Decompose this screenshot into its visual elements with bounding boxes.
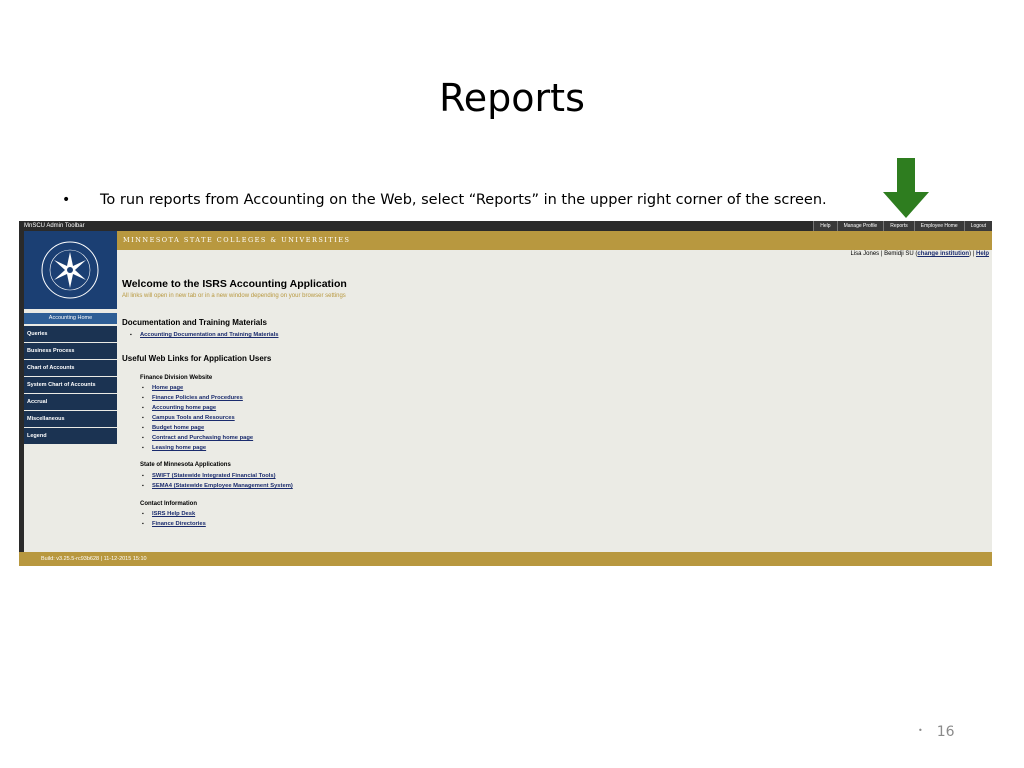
nav-accrual[interactable]: Accrual [24,394,117,410]
finance-link-budget[interactable]: Budget home page [142,425,204,431]
finance-link-policies[interactable]: Finance Policies and Procedures [142,395,243,401]
state-title: State of Minnesota Applications [140,462,231,468]
mnscu-seal-icon [41,241,99,299]
nav-business-process[interactable]: Business Process [24,343,117,359]
build-info: Build: v3.25.5-rc93b628 | 11-12-2015 15:… [41,556,147,562]
new-tab-notice: All links will open in new tab or in a n… [122,293,346,299]
contact-title: Contact Information [140,501,197,507]
admin-link-help[interactable]: Help [813,221,837,231]
instruction-bullet: • To run reports from Accounting on the … [62,192,827,208]
admin-link-logout[interactable]: Logout [963,221,992,231]
brand-bar: MINNESOTA STATE COLLEGES & UNIVERSITIES [117,231,992,250]
main-content: Lisa Jones | Bemidji SU (change institut… [117,250,992,552]
contact-link-directories[interactable]: Finance Directories [142,521,206,527]
sidebar: Accounting Home Queries Business Process… [24,231,117,566]
admin-link-reports[interactable]: Reports [883,221,914,231]
user-line: Lisa Jones | Bemidji SU (change institut… [851,251,990,257]
side-nav: Accounting Home Queries Business Process… [24,313,117,445]
brand-text: MINNESOTA STATE COLLEGES & UNIVERSITIES [123,236,351,244]
help-link[interactable]: Help [976,251,989,257]
finance-link-contract[interactable]: Contract and Purchasing home page [142,435,253,441]
down-arrow-icon [883,158,929,218]
bullet-dot-icon: • [62,192,71,208]
user-name: Lisa Jones | Bemidji SU ( [850,251,918,257]
finance-link-accounting-home[interactable]: Accounting home page [142,405,216,411]
slide-title: Reports [439,76,585,120]
nav-miscellaneous[interactable]: Miscellaneous [24,411,117,427]
doc-link[interactable]: Accounting Documentation and Training Ma… [130,332,278,338]
state-link-swift[interactable]: SWIFT (Statewide Integrated Financial To… [142,473,276,479]
build-footer: Build: v3.25.5-rc93b628 | 11-12-2015 15:… [19,552,992,566]
admin-links: Help Manage Profile Reports Employee Hom… [813,221,992,231]
nav-queries[interactable]: Queries [24,326,117,342]
nav-system-chart-of-accounts[interactable]: System Chart of Accounts [24,377,117,393]
admin-link-manage-profile[interactable]: Manage Profile [836,221,884,231]
nav-accounting-home[interactable]: Accounting Home [24,313,117,324]
page-dot-icon: • [918,726,923,735]
instruction-text: To run reports from Accounting on the We… [100,192,827,208]
admin-toolbar-label: MnSCU Admin Toolbar [24,223,85,229]
doc-section-title: Documentation and Training Materials [122,318,267,327]
nav-legend[interactable]: Legend [24,428,117,444]
finance-link-home[interactable]: Home page [142,385,183,391]
change-institution-link[interactable]: change institution [917,251,969,257]
finance-link-leasing[interactable]: Leasing home page [142,445,206,451]
welcome-heading: Welcome to the ISRS Accounting Applicati… [122,278,347,290]
finance-link-campus-tools[interactable]: Campus Tools and Resources [142,415,235,421]
seal-box [24,231,117,309]
state-link-sema4[interactable]: SEMA4 (Statewide Employee Management Sys… [142,483,293,489]
admin-link-employee-home[interactable]: Employee Home [913,221,964,231]
page-number-text: 16 [936,724,955,740]
page-number: • 16 [918,724,955,740]
app-screenshot: MnSCU Admin Toolbar Help Manage Profile … [19,221,992,566]
web-links-title: Useful Web Links for Application Users [122,354,272,363]
finance-title: Finance Division Website [140,375,213,381]
contact-link-help-desk[interactable]: ISRS Help Desk [142,511,195,517]
user-line-sep: ) | [969,251,976,257]
nav-chart-of-accounts[interactable]: Chart of Accounts [24,360,117,376]
admin-toolbar: MnSCU Admin Toolbar Help Manage Profile … [19,221,992,231]
